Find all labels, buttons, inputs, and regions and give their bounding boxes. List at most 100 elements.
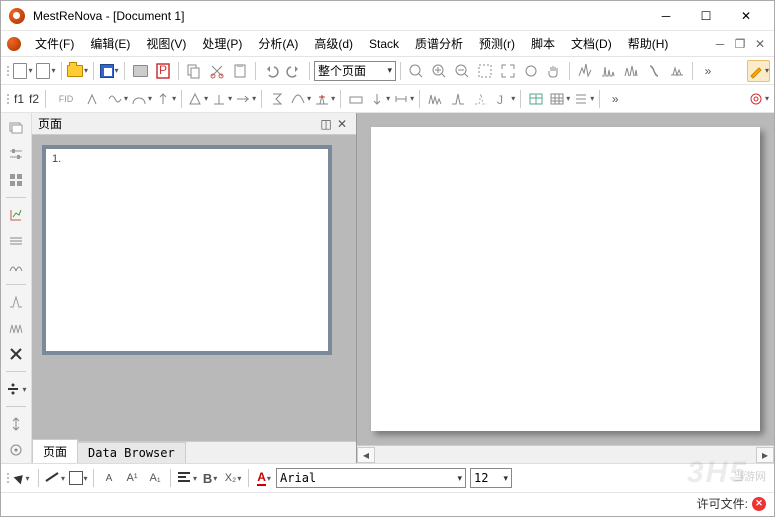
close-button[interactable]: ✕ (726, 2, 766, 30)
dock-btn-3[interactable] (4, 169, 28, 191)
toolbar-grip[interactable] (5, 66, 11, 76)
dock-btn-7[interactable] (4, 291, 28, 313)
cut-button[interactable] (206, 60, 228, 82)
menu-mass[interactable]: 质谱分析 (407, 31, 471, 56)
menu-file[interactable]: 文件(F) (27, 31, 82, 56)
proc-tool-4[interactable]: ▾ (154, 88, 177, 110)
bold-button[interactable]: B▾ (199, 467, 221, 489)
spectrum-tool-1[interactable] (574, 60, 596, 82)
open-button[interactable]: ▾ (66, 60, 89, 82)
zoom-full-button[interactable] (497, 60, 519, 82)
dock-btn-6[interactable] (4, 256, 28, 278)
spectrum-tool-3[interactable] (620, 60, 642, 82)
analysis-tool-3[interactable] (470, 88, 492, 110)
analysis-tool-4[interactable]: J▾ (493, 88, 516, 110)
dock-btn-8[interactable] (4, 317, 28, 339)
menu-process[interactable]: 处理(P) (194, 31, 250, 56)
font-name-combo[interactable]: ▾ (276, 468, 466, 488)
table-tool-3[interactable]: ▾ (572, 88, 595, 110)
dock-btn-4[interactable] (4, 204, 28, 226)
zoom-in-button[interactable] (428, 60, 450, 82)
font-color-button[interactable]: A▾ (253, 467, 275, 489)
proc-tool-3[interactable]: ▾ (130, 88, 153, 110)
mdi-minimize-button[interactable]: ─ (711, 36, 729, 52)
mdi-restore-button[interactable]: ❐ (731, 36, 749, 52)
font-size-combo[interactable]: ▾ (470, 468, 512, 488)
menu-script[interactable]: 脚本 (523, 31, 563, 56)
table-tool-1[interactable] (525, 88, 547, 110)
table-tool-2[interactable]: ▾ (548, 88, 571, 110)
proc-tool-2[interactable]: ▾ (106, 88, 129, 110)
menu-stack[interactable]: Stack (361, 33, 407, 55)
spectrum-tool-5[interactable] (666, 60, 688, 82)
font-size-input[interactable] (474, 471, 501, 485)
menu-predict[interactable]: 预测(r) (471, 31, 523, 56)
mdi-close-button[interactable]: ✕ (751, 36, 769, 52)
proc-tool-6[interactable]: ▾ (210, 88, 233, 110)
zoom-combo-input[interactable] (318, 64, 385, 78)
proc-tool-1[interactable] (83, 88, 105, 110)
paste-button[interactable] (229, 60, 251, 82)
proc-tool-5[interactable]: ▾ (186, 88, 209, 110)
font-smaller-button[interactable]: A (98, 467, 120, 489)
document-canvas[interactable] (371, 127, 760, 431)
spectrum-tool-4[interactable] (643, 60, 665, 82)
subscript-button[interactable]: A₁ (144, 467, 166, 489)
dock-btn-5[interactable] (4, 230, 28, 252)
scroll-left-button[interactable]: ◂ (357, 447, 375, 463)
proc-tool-8[interactable] (266, 88, 288, 110)
pointer-button[interactable]: ▾ (12, 467, 34, 489)
proc-tool-10[interactable]: ▾ (313, 88, 336, 110)
chevron-right-button-2[interactable]: » (604, 88, 626, 110)
x2-button[interactable]: X₂▾ (222, 467, 244, 489)
fid-button[interactable]: FID (50, 88, 82, 110)
analysis-tool-2[interactable] (447, 88, 469, 110)
menu-view[interactable]: 视图(V) (138, 31, 194, 56)
analysis-tool-1[interactable] (424, 88, 446, 110)
tab-data-browser[interactable]: Data Browser (77, 442, 186, 463)
superscript-button[interactable]: A¹ (121, 467, 143, 489)
chevron-right-button[interactable]: » (697, 60, 719, 82)
zoom-region-button[interactable] (474, 60, 496, 82)
zoom-out-button[interactable] (451, 60, 473, 82)
dock-btn-11[interactable] (4, 413, 28, 435)
minimize-button[interactable]: ─ (646, 2, 686, 30)
dock-btn-12[interactable] (4, 439, 28, 461)
scroll-right-button[interactable]: ▸ (756, 447, 774, 463)
proc-tool-12[interactable]: ▾ (368, 88, 391, 110)
settings-button[interactable]: ▾ (747, 88, 770, 110)
save-button[interactable]: ▾ (98, 60, 120, 82)
dock-btn-1[interactable] (4, 117, 28, 139)
zoom-fit-button[interactable] (405, 60, 427, 82)
dock-btn-10[interactable]: ▾ (4, 378, 28, 400)
error-icon[interactable]: ✕ (752, 497, 766, 511)
pdf-button[interactable]: P (152, 60, 174, 82)
menu-analyze[interactable]: 分析(A) (250, 31, 306, 56)
tab-pages[interactable]: 页面 (32, 439, 78, 463)
panel-close-button[interactable]: ✕ (334, 116, 350, 132)
proc-tool-9[interactable]: ▾ (289, 88, 312, 110)
toolbar-grip[interactable] (5, 473, 11, 483)
menu-edit[interactable]: 编辑(E) (82, 31, 138, 56)
rect-button[interactable]: ▾ (67, 467, 89, 489)
dock-btn-2[interactable] (4, 143, 28, 165)
page-thumbnails[interactable]: 1. (32, 135, 356, 441)
page-thumb-1[interactable]: 1. (42, 145, 332, 355)
dock-btn-9[interactable] (4, 343, 28, 365)
proc-tool-11[interactable] (345, 88, 367, 110)
panel-float-button[interactable]: ◫ (318, 116, 334, 132)
menu-advanced[interactable]: 高级(d) (306, 31, 361, 56)
toolbar-grip[interactable] (5, 94, 11, 104)
horizontal-scrollbar[interactable]: ◂ ▸ (357, 445, 774, 463)
proc-tool-7[interactable]: ▾ (234, 88, 257, 110)
menu-help[interactable]: 帮助(H) (620, 31, 677, 56)
menu-document[interactable]: 文档(D) (563, 31, 620, 56)
copy-button[interactable] (183, 60, 205, 82)
font-name-input[interactable] (280, 471, 455, 485)
app-menu-icon[interactable] (7, 37, 21, 51)
pan-button[interactable] (543, 60, 565, 82)
new-button[interactable]: ▾ (12, 60, 34, 82)
zoom-reset-button[interactable] (520, 60, 542, 82)
maximize-button[interactable]: ☐ (686, 2, 726, 30)
print-button[interactable] (129, 60, 151, 82)
